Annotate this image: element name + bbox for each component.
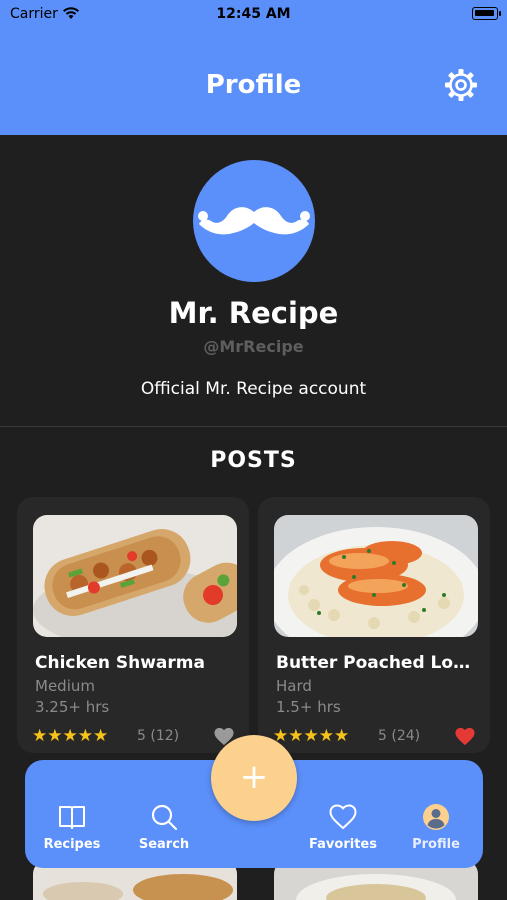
battery-icon (472, 7, 501, 20)
tab-label: Search (138, 837, 190, 852)
heart-icon (329, 804, 357, 830)
post-image (274, 515, 478, 637)
search-icon (151, 804, 178, 831)
rating-count: 5 (12) (137, 728, 180, 744)
mustache-icon (198, 207, 310, 235)
tab-label: Profile (412, 837, 460, 852)
user-icon (423, 804, 449, 830)
book-icon (59, 806, 85, 829)
add-recipe-button[interactable]: + (211, 735, 297, 821)
heart-icon[interactable] (454, 726, 476, 746)
tab-favorites[interactable]: Favorites (298, 802, 388, 852)
profile-name: Mr. Recipe (168, 296, 339, 330)
header-bar: Carrier 12:45 AM Profile (0, 0, 507, 135)
post-difficulty: Hard (276, 677, 312, 695)
star-rating: ★★★★★ (273, 726, 350, 746)
posts-heading: POSTS (210, 448, 297, 473)
post-difficulty: Medium (35, 677, 95, 695)
post-time: 1.5+ hrs (276, 698, 341, 716)
post-title: Chicken Shwarma (35, 653, 205, 673)
rating-count: 5 (24) (378, 728, 421, 744)
gear-icon[interactable] (443, 67, 479, 103)
tab-label: Favorites (309, 837, 377, 852)
section-divider (0, 426, 507, 427)
profile-handle: @MrRecipe (203, 337, 304, 356)
tab-search[interactable]: Search (119, 802, 209, 852)
post-time: 3.25+ hrs (35, 698, 110, 716)
tab-profile[interactable]: Profile (391, 802, 481, 852)
tab-label: Recipes (43, 837, 101, 852)
status-time: 12:45 AM (216, 6, 291, 22)
profile-bio: Official Mr. Recipe account (140, 379, 367, 399)
post-card-chicken-shwarma[interactable]: Chicken Shwarma Medium 3.25+ hrs ★★★★★ 5… (17, 497, 249, 753)
status-bar: Carrier 12:45 AM (0, 0, 507, 30)
post-card-butter-poached-lobster[interactable]: Butter Poached Lobster Hard 1.5+ hrs ★★★… (258, 497, 490, 753)
plus-icon: + (239, 757, 269, 797)
page-title: Profile (205, 70, 302, 100)
post-image (33, 515, 237, 637)
star-rating: ★★★★★ (32, 726, 109, 746)
avatar (193, 160, 315, 282)
post-title: Butter Poached Lobster (276, 653, 472, 673)
tab-recipes[interactable]: Recipes (27, 802, 117, 852)
